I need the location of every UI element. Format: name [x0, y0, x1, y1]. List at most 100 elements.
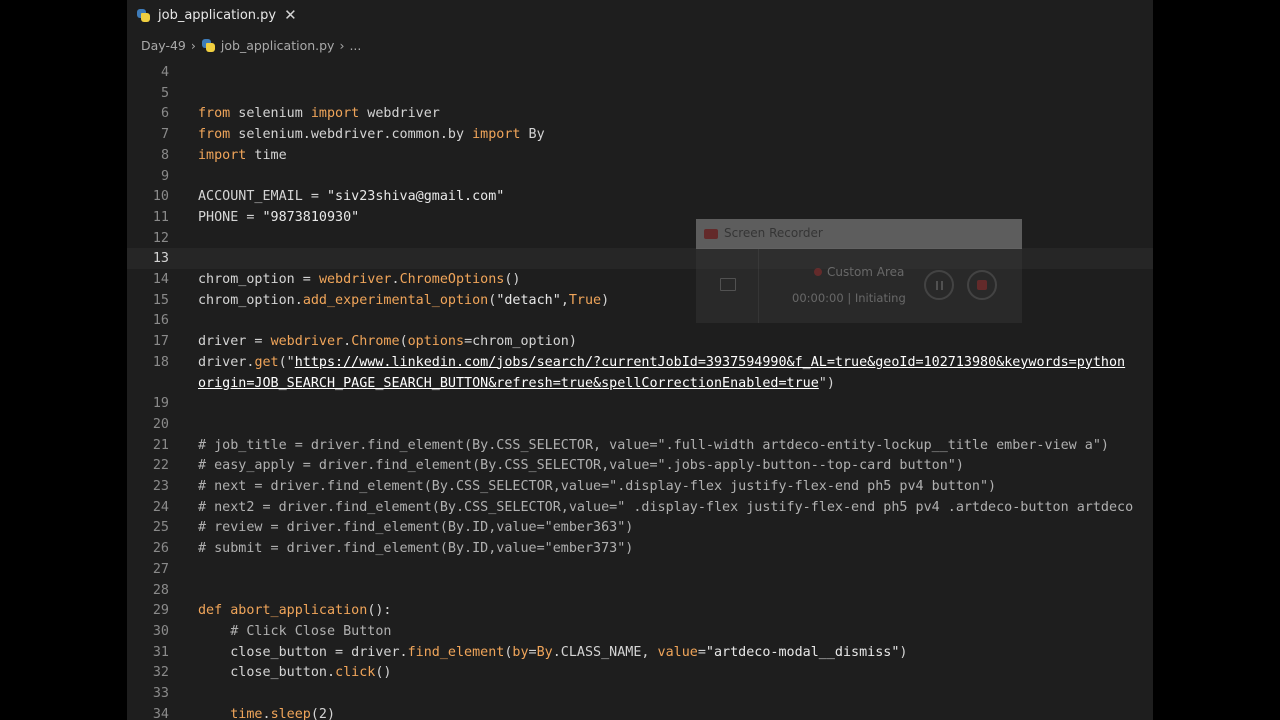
code-token: import — [472, 127, 521, 143]
recorder-area-label[interactable]: Custom Area — [827, 265, 904, 279]
breadcrumb-file[interactable]: job_application.py — [221, 38, 335, 53]
code-token: By — [520, 127, 545, 143]
pause-icon[interactable] — [924, 270, 954, 300]
code-line[interactable]: 19 — [127, 393, 1153, 414]
code-token: , — [560, 292, 569, 308]
code-token: abort_application — [230, 603, 368, 619]
breadcrumb-ellipsis[interactable]: ... — [349, 38, 361, 53]
code-line[interactable]: 29 def abort_application(): — [127, 600, 1153, 621]
code-line[interactable]: 6 from selenium import webdriver — [127, 103, 1153, 124]
code-token: ) — [601, 292, 610, 308]
code-token: # easy_apply = driver.find_element(By.CS… — [198, 458, 964, 474]
code-line[interactable]: 24 # next2 = driver.find_element(By.CSS_S… — [127, 497, 1153, 518]
chevron-right-icon: › — [339, 37, 345, 53]
code-token: "artdeco-modal__dismiss" — [705, 644, 900, 660]
code-token: https://www.linkedin.com/jobs/search/?cu… — [294, 354, 1126, 370]
recorder-title-bar[interactable]: Screen Recorder — [696, 219, 1022, 249]
code-line[interactable]: 31 close_button = driver.find_element(by… — [127, 642, 1153, 663]
recorder-folder-button[interactable] — [696, 249, 759, 323]
code-text[interactable]: PHONE = "9873810930" — [198, 207, 359, 228]
line-number: 14 — [152, 272, 169, 287]
code-line[interactable]: 8 import time — [127, 145, 1153, 166]
code-token: origin=JOB_SEARCH_PAGE_SEARCH_BUTTON&ref… — [198, 375, 819, 391]
chevron-right-icon: › — [190, 37, 196, 53]
code-text[interactable]: import time — [198, 145, 287, 166]
tab-job-application[interactable]: job_application.py ✕ — [127, 0, 299, 30]
code-text[interactable]: # next2 = driver.find_element(By.CSS_SEL… — [198, 497, 1133, 518]
line-number: 33 — [152, 686, 169, 701]
code-token: =chrom_option) — [464, 334, 577, 350]
code-text[interactable]: ACCOUNT_EMAIL = "siv23shiva@gmail.com" — [198, 186, 504, 207]
code-token: . — [262, 706, 271, 720]
code-text[interactable]: # job_title = driver.find_element(By.CSS… — [198, 435, 1109, 456]
code-text[interactable]: from selenium.webdriver.common.by import… — [198, 124, 545, 145]
line-number: 4 — [160, 65, 169, 80]
code-line[interactable]: origin=JOB_SEARCH_PAGE_SEARCH_BUTTON&ref… — [127, 373, 1153, 394]
code-text[interactable]: close_button.click() — [198, 662, 391, 683]
close-icon[interactable]: ✕ — [284, 6, 297, 24]
code-token: # job_title = driver.find_element(By.CSS… — [198, 437, 1109, 453]
recorder-title: Screen Recorder — [724, 226, 823, 240]
breadcrumb-folder[interactable]: Day-49 — [141, 38, 186, 53]
code-token: ( — [399, 334, 408, 350]
code-token: from — [198, 127, 231, 143]
recorder-status-text: Initiating — [854, 291, 906, 305]
code-line[interactable]: 7 from selenium.webdriver.common.by impor… — [127, 124, 1153, 145]
code-line[interactable]: 20 — [127, 414, 1153, 435]
code-line[interactable]: 9 — [127, 166, 1153, 187]
code-token: (" — [278, 354, 295, 370]
code-editor[interactable]: job_application.py ✕ Day-49 › job_applic… — [127, 0, 1153, 720]
code-text[interactable]: # review = driver.find_element(By.ID,val… — [198, 517, 633, 538]
line-number: 21 — [152, 437, 169, 453]
code-token: (): — [367, 603, 392, 619]
code-token: get — [254, 354, 279, 370]
code-line[interactable]: 32 close_button.click() — [127, 662, 1153, 683]
recorder-body: Custom Area 00:00:00 | Initiating — [696, 249, 1022, 323]
code-line[interactable]: 28 — [127, 580, 1153, 601]
code-token: click — [335, 665, 376, 681]
code-line[interactable]: 26 # submit = driver.find_element(By.ID,v… — [127, 538, 1153, 559]
code-line[interactable]: 10 ACCOUNT_EMAIL = "siv23shiva@gmail.com" — [127, 186, 1153, 207]
code-text[interactable]: chrom_option.add_experimental_option("de… — [198, 290, 609, 311]
code-line[interactable]: 5 — [127, 83, 1153, 104]
code-line[interactable]: 25 # review = driver.find_element(By.ID,v… — [127, 517, 1153, 538]
stop-icon[interactable] — [967, 270, 997, 300]
line-number: 27 — [152, 561, 169, 577]
line-number: 9 — [160, 168, 169, 184]
code-line[interactable]: 27 — [127, 559, 1153, 580]
code-token: close_button = driver. — [198, 644, 408, 660]
line-number: 8 — [160, 147, 169, 163]
line-number: 15 — [152, 292, 169, 308]
code-text[interactable]: close_button = driver.find_element(by=By… — [198, 642, 907, 663]
code-token: time — [246, 147, 287, 163]
line-number: 10 — [152, 189, 169, 205]
code-text[interactable]: driver = webdriver.Chrome(options=chrom_… — [198, 331, 577, 352]
code-text[interactable]: def abort_application(): — [198, 600, 392, 621]
code-line[interactable]: 17 driver = webdriver.Chrome(options=chro… — [127, 331, 1153, 352]
code-text[interactable]: # submit = driver.find_element(By.ID,val… — [198, 538, 633, 559]
screen-recorder-widget[interactable]: Screen Recorder Custom Area 00:00:00 | I… — [696, 219, 1022, 323]
code-text[interactable]: from selenium import webdriver — [198, 103, 440, 124]
code-token: # submit = driver.find_element(By.ID,val… — [198, 541, 634, 557]
code-line[interactable]: 23 # next = driver.find_element(By.CSS_SE… — [127, 476, 1153, 497]
code-text[interactable]: # next = driver.find_element(By.CSS_SELE… — [198, 476, 996, 497]
line-number: 17 — [152, 334, 169, 350]
code-text[interactable]: time.sleep(2) — [198, 704, 335, 720]
code-line[interactable]: 30 # Click Close Button — [127, 621, 1153, 642]
code-text[interactable]: # easy_apply = driver.find_element(By.CS… — [198, 455, 964, 476]
code-text[interactable]: # Click Close Button — [198, 621, 391, 642]
folder-icon — [720, 278, 736, 291]
code-text[interactable]: driver.get("https://www.linkedin.com/job… — [198, 352, 1125, 373]
line-number: 5 — [160, 85, 169, 101]
code-line[interactable]: 22 # easy_apply = driver.find_element(By.… — [127, 455, 1153, 476]
code-line[interactable]: 4 — [127, 62, 1153, 83]
code-line[interactable]: 33 — [127, 683, 1153, 704]
code-text[interactable]: chrom_option = webdriver.ChromeOptions() — [198, 269, 521, 290]
code-line[interactable]: 18 driver.get("https://www.linkedin.com/j… — [127, 352, 1153, 373]
code-text[interactable]: origin=JOB_SEARCH_PAGE_SEARCH_BUTTON&ref… — [198, 373, 835, 394]
code-line[interactable]: 21 # job_title = driver.find_element(By.C… — [127, 435, 1153, 456]
code-line[interactable]: 34 time.sleep(2) — [127, 704, 1153, 720]
line-number: 13 — [152, 251, 169, 267]
